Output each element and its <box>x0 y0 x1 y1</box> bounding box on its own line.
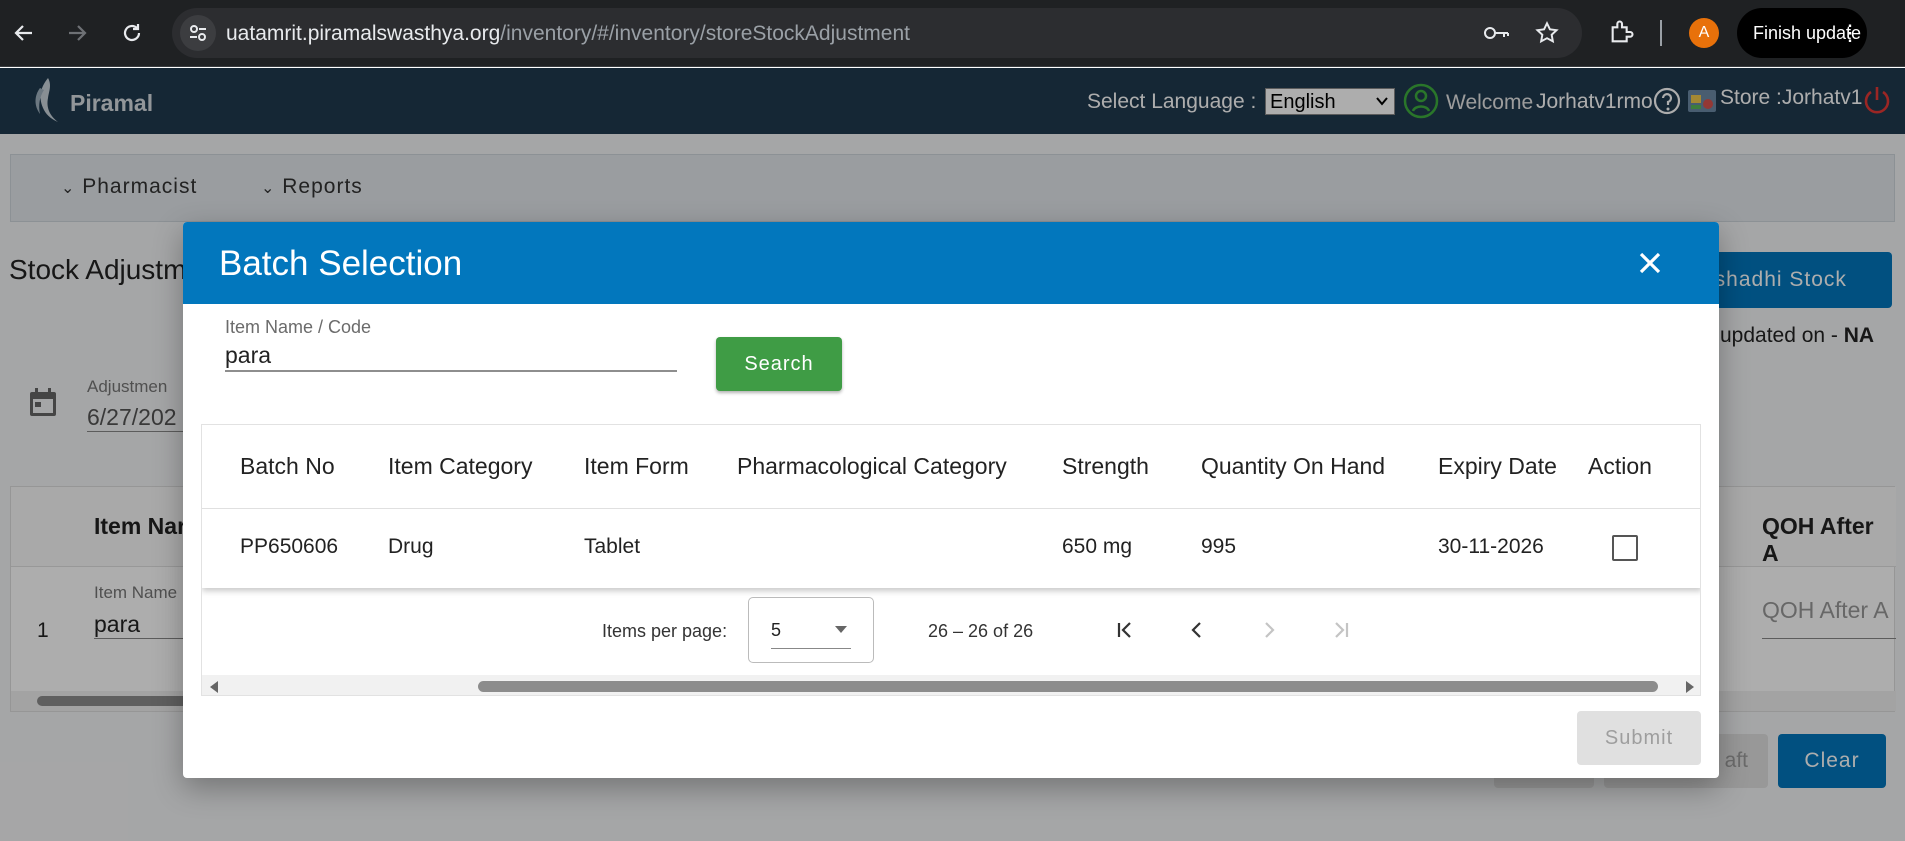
scrollbar-thumb[interactable] <box>478 681 1658 692</box>
cell-item-category: Drug <box>388 535 434 558</box>
dialog-title: Batch Selection <box>219 244 463 283</box>
item-name-code-label: Item Name / Code <box>225 317 372 337</box>
finish-update-button[interactable]: Finish update ⋮ <box>1737 8 1867 58</box>
column-header-expiry-date: Expiry Date <box>1438 453 1557 479</box>
scroll-left-arrow-icon[interactable] <box>208 680 220 694</box>
items-per-page-select[interactable]: 5 <box>748 597 874 663</box>
reload-icon[interactable] <box>117 18 147 48</box>
column-header-action: Action <box>1588 453 1652 479</box>
last-page-icon[interactable] <box>1326 615 1356 645</box>
submit-button[interactable]: Submit <box>1577 711 1701 765</box>
extensions-icon[interactable] <box>1608 18 1636 46</box>
column-header-item-category: Item Category <box>388 453 533 479</box>
column-header-pharmacological-category: Pharmacological Category <box>737 453 1007 479</box>
items-per-page-value: 5 <box>771 620 782 640</box>
browser-toolbar: uatamrit.piramalswasthya.org/inventory/#… <box>0 0 1905 67</box>
dialog-header: Batch Selection <box>183 222 1719 304</box>
batch-table: Batch No Item Category Item Form Pharmac… <box>201 424 1701 696</box>
toolbar-divider <box>1660 20 1662 46</box>
cell-quantity-on-hand: 995 <box>1201 535 1237 558</box>
previous-page-icon[interactable] <box>1182 615 1212 645</box>
cell-item-form: Tablet <box>584 535 641 558</box>
scroll-right-arrow-icon[interactable] <box>1684 680 1696 694</box>
bookmark-star-icon[interactable] <box>1534 20 1560 46</box>
cell-batch-no: PP650606 <box>240 535 339 558</box>
batch-table-body: Batch No Item Category Item Form Pharmac… <box>202 425 1700 588</box>
item-name-code-input[interactable] <box>225 340 677 372</box>
column-header-batch-no: Batch No <box>240 453 335 479</box>
site-settings-icon[interactable] <box>180 15 216 51</box>
next-page-icon[interactable] <box>1254 615 1284 645</box>
batch-selection-dialog: Batch Selection Item Name / Code Search … <box>183 222 1719 778</box>
column-header-strength: Strength <box>1062 453 1149 479</box>
cell-expiry-date: 30-11-2026 <box>1438 535 1544 558</box>
address-bar[interactable]: uatamrit.piramalswasthya.org/inventory/#… <box>172 8 1582 58</box>
header-divider <box>202 508 1700 509</box>
table-horizontal-scrollbar[interactable] <box>202 675 1700 695</box>
column-header-item-form: Item Form <box>584 453 689 479</box>
cell-strength: 650 mg <box>1062 535 1133 558</box>
profile-avatar[interactable]: A <box>1689 18 1719 48</box>
back-icon[interactable] <box>9 18 39 48</box>
select-batch-checkbox[interactable] <box>1612 535 1638 561</box>
url-text: uatamrit.piramalswasthya.org/inventory/#… <box>226 22 910 45</box>
password-key-icon[interactable] <box>1482 21 1510 45</box>
search-button[interactable]: Search <box>716 337 842 391</box>
pagination-range: 26 – 26 of 26 <box>928 621 1034 641</box>
column-header-quantity-on-hand: Quantity On Hand <box>1201 453 1386 479</box>
forward-icon[interactable] <box>62 18 92 48</box>
kebab-menu-icon: ⋮ <box>1839 20 1861 45</box>
select-underline <box>771 648 851 649</box>
first-page-icon[interactable] <box>1110 615 1140 645</box>
close-icon[interactable] <box>1633 246 1667 280</box>
dropdown-arrow-icon <box>833 624 849 634</box>
items-per-page-label: Items per page: <box>602 621 728 641</box>
